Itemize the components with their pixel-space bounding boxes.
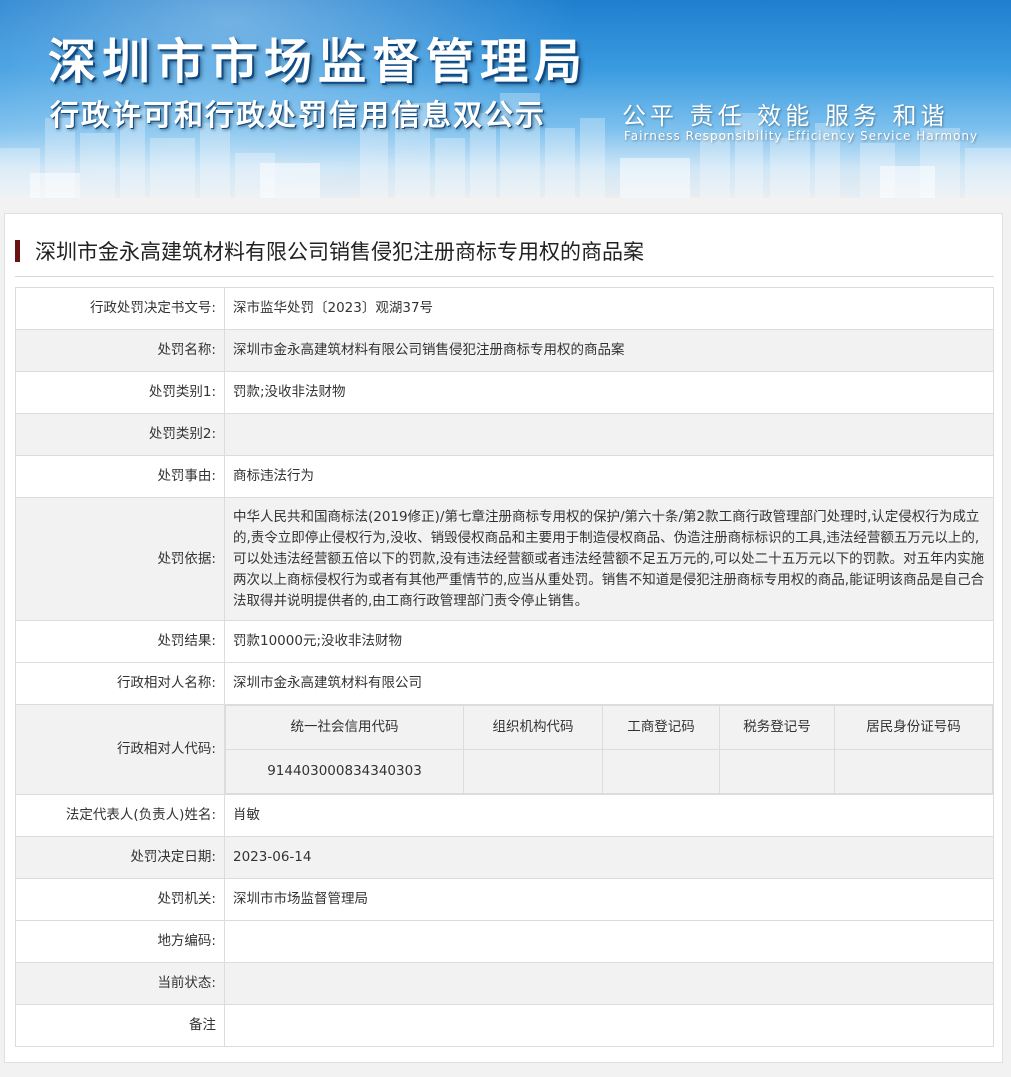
case-detail-panel: 深圳市金永高建筑材料有限公司销售侵犯注册商标专用权的商品案 行政处罚决定书文号:… xyxy=(4,213,1003,1063)
party-code-value-row: 914403000834340303 xyxy=(225,749,993,794)
agency-title: 深圳市市场监督管理局 xyxy=(48,34,589,90)
label-party-name: 行政相对人名称: xyxy=(15,662,225,705)
row-remark: 备注 xyxy=(15,1004,994,1047)
system-subtitle: 行政许可和行政处罚信用信息双公示 xyxy=(50,98,547,132)
value-authority: 深圳市市场监督管理局 xyxy=(224,878,994,921)
row-legal-rep: 法定代表人(负责人)姓名: 肖敏 xyxy=(15,794,994,837)
label-remark: 备注 xyxy=(15,1004,225,1047)
id-number-value xyxy=(834,749,993,794)
row-status: 当前状态: xyxy=(15,962,994,1005)
row-party-code: 行政相对人代码: 统一社会信用代码 组织机构代码 工商登记码 税务登记号 居民身… xyxy=(15,704,994,795)
value-case-name: 深圳市金永高建筑材料有限公司销售侵犯注册商标专用权的商品案 xyxy=(224,329,994,372)
code-header: 工商登记码 xyxy=(602,705,720,750)
label-result: 处罚结果: xyxy=(15,620,225,663)
label-status: 当前状态: xyxy=(15,962,225,1005)
label-authority: 处罚机关: xyxy=(15,878,225,921)
row-basis: 处罚依据: 中华人民共和国商标法(2019修正)/第七章注册商标专用权的保护/第… xyxy=(15,497,994,621)
penalty-info-table: 行政处罚决定书文号: 深市监华处罚〔2023〕观湖37号 处罚名称: 深圳市金永… xyxy=(15,287,994,1047)
code-header: 居民身份证号码 xyxy=(834,705,993,750)
row-authority: 处罚机关: 深圳市市场监督管理局 xyxy=(15,878,994,921)
party-code-table: 统一社会信用代码 组织机构代码 工商登记码 税务登记号 居民身份证号码 9144… xyxy=(225,705,993,794)
row-decision-no: 行政处罚决定书文号: 深市监华处罚〔2023〕观湖37号 xyxy=(15,287,994,330)
label-region-code: 地方编码: xyxy=(15,920,225,963)
label-case-name: 处罚名称: xyxy=(15,329,225,372)
row-case-name: 处罚名称: 深圳市金永高建筑材料有限公司销售侵犯注册商标专用权的商品案 xyxy=(15,329,994,372)
code-header: 统一社会信用代码 xyxy=(225,705,464,750)
party-code-header-row: 统一社会信用代码 组织机构代码 工商登记码 税务登记号 居民身份证号码 xyxy=(225,705,993,750)
label-category1: 处罚类别1: xyxy=(15,371,225,414)
value-basis: 中华人民共和国商标法(2019修正)/第七章注册商标专用权的保护/第六十条/第2… xyxy=(224,497,994,621)
row-result: 处罚结果: 罚款10000元;没收非法财物 xyxy=(15,620,994,663)
row-party-name: 行政相对人名称: 深圳市金永高建筑材料有限公司 xyxy=(15,662,994,705)
value-category1: 罚款;没收非法财物 xyxy=(224,371,994,414)
title-accent-bar xyxy=(15,240,20,262)
value-remark xyxy=(224,1004,994,1047)
label-decision-date: 处罚决定日期: xyxy=(15,836,225,879)
code-header: 组织机构代码 xyxy=(463,705,603,750)
value-decision-no: 深市监华处罚〔2023〕观湖37号 xyxy=(224,287,994,330)
party-code-cell: 统一社会信用代码 组织机构代码 工商登记码 税务登记号 居民身份证号码 9144… xyxy=(224,704,994,795)
value-legal-rep: 肖敏 xyxy=(224,794,994,837)
value-decision-date: 2023-06-14 xyxy=(224,836,994,879)
label-reason: 处罚事由: xyxy=(15,455,225,498)
case-title: 深圳市金永高建筑材料有限公司销售侵犯注册商标专用权的商品案 xyxy=(35,240,644,264)
row-category2: 处罚类别2: xyxy=(15,413,994,456)
core-values-english: Fairness Responsibility Efficiency Servi… xyxy=(624,129,979,143)
org-code-value xyxy=(463,749,603,794)
tax-reg-value xyxy=(719,749,835,794)
label-decision-no: 行政处罚决定书文号: xyxy=(15,287,225,330)
value-result: 罚款10000元;没收非法财物 xyxy=(224,620,994,663)
business-reg-value xyxy=(602,749,720,794)
row-reason: 处罚事由: 商标违法行为 xyxy=(15,455,994,498)
value-status xyxy=(224,962,994,1005)
code-header: 税务登记号 xyxy=(719,705,835,750)
core-values: 公平 责任 效能 服务 和谐 xyxy=(622,102,949,130)
row-region-code: 地方编码: xyxy=(15,920,994,963)
value-party-name: 深圳市金永高建筑材料有限公司 xyxy=(224,662,994,705)
label-category2: 处罚类别2: xyxy=(15,413,225,456)
value-category2 xyxy=(224,413,994,456)
value-region-code xyxy=(224,920,994,963)
label-legal-rep: 法定代表人(负责人)姓名: xyxy=(15,794,225,837)
row-category1: 处罚类别1: 罚款;没收非法财物 xyxy=(15,371,994,414)
label-party-code: 行政相对人代码: xyxy=(15,704,225,795)
case-title-header: 深圳市金永高建筑材料有限公司销售侵犯注册商标专用权的商品案 xyxy=(15,236,994,277)
credit-code-value: 914403000834340303 xyxy=(225,749,464,794)
row-decision-date: 处罚决定日期: 2023-06-14 xyxy=(15,836,994,879)
label-basis: 处罚依据: xyxy=(15,497,225,621)
header-banner: 深圳市市场监督管理局 行政许可和行政处罚信用信息双公示 公平 责任 效能 服务 … xyxy=(0,0,1011,198)
value-reason: 商标违法行为 xyxy=(224,455,994,498)
